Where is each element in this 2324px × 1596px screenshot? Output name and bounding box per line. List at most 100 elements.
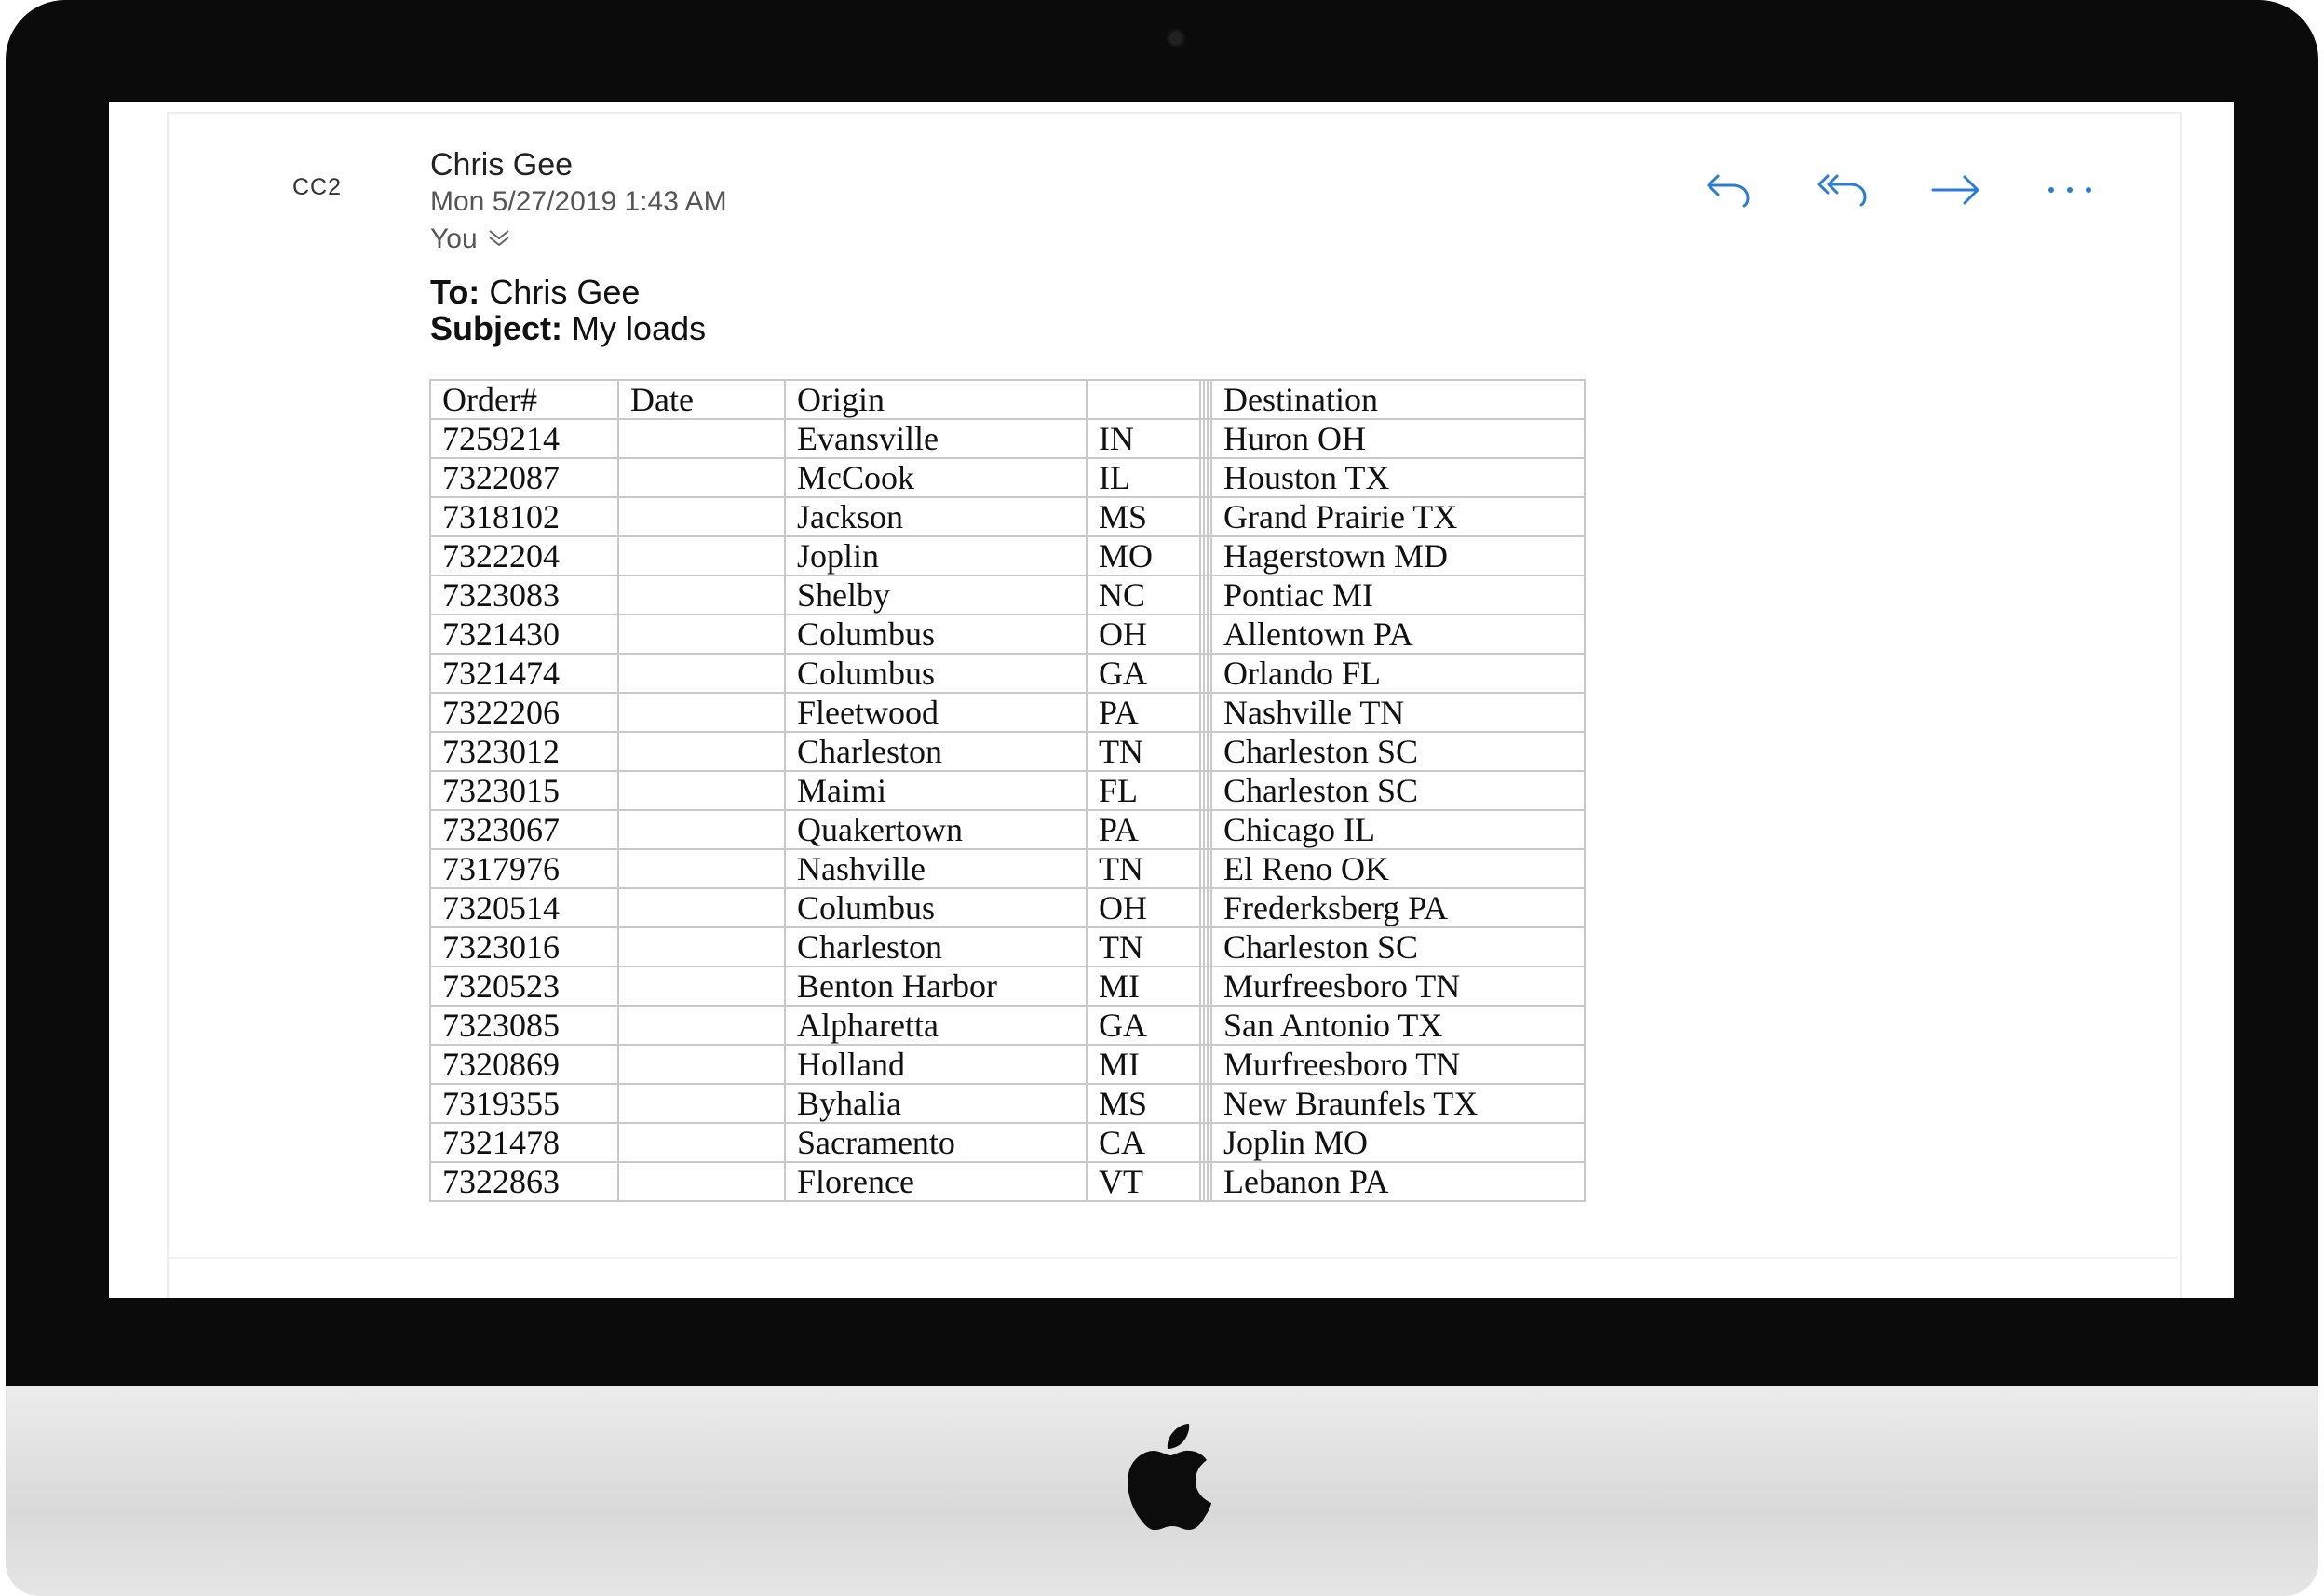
- to-label: To:: [430, 273, 480, 311]
- cell-date: [617, 1005, 786, 1046]
- cell-date: [617, 770, 786, 811]
- cell-destination: Murfreesboro TN: [1210, 1044, 1586, 1085]
- cell-order: 7323012: [429, 731, 619, 772]
- cell-origin: Alpharetta: [784, 1005, 1088, 1046]
- more-actions-button[interactable]: [2036, 164, 2103, 216]
- table-row: 7320514 Columbus OH Frederksberg PA: [429, 887, 1586, 928]
- table-row: 7323015 Maimi FL Charleston SC: [429, 770, 1586, 811]
- cell-date: [617, 1083, 786, 1124]
- cell-order: 7320514: [429, 887, 619, 928]
- sender-name[interactable]: Chris Gee: [430, 147, 573, 183]
- header-origin: Origin: [784, 379, 1088, 420]
- cell-date: [617, 1122, 786, 1163]
- cell-origin: McCook: [784, 457, 1088, 498]
- forward-button[interactable]: [1923, 164, 1990, 216]
- cell-date: [617, 653, 786, 694]
- forward-icon: [1931, 175, 1979, 205]
- to-line: To: Chris Gee: [430, 274, 706, 310]
- reply-button[interactable]: [1696, 164, 1763, 216]
- cell-destination: Huron OH: [1210, 418, 1586, 459]
- sender-avatar[interactable]: CC2: [292, 174, 342, 201]
- cell-order: 7322206: [429, 692, 619, 733]
- cell-order: 7320523: [429, 966, 619, 1007]
- cell-date: [617, 692, 786, 733]
- loads-table: Order# Date Origin Destination 7259214 Ev…: [429, 379, 1586, 1202]
- cell-destination: Orlando FL: [1210, 653, 1586, 694]
- cell-state: IN: [1086, 418, 1201, 459]
- cell-order: 7319355: [429, 1083, 619, 1124]
- table-row: 7323016 Charleston TN Charleston SC: [429, 926, 1586, 967]
- cell-date: [617, 535, 786, 576]
- cell-state: VT: [1086, 1161, 1201, 1202]
- cell-origin: Columbus: [784, 614, 1088, 655]
- cell-state: PA: [1086, 809, 1201, 850]
- cell-date: [617, 614, 786, 655]
- table-row: 7321474 Columbus GA Orlando FL: [429, 653, 1586, 694]
- cell-order: 7323083: [429, 575, 619, 615]
- cell-destination: Houston TX: [1210, 457, 1586, 498]
- cell-destination: San Antonio TX: [1210, 1005, 1586, 1046]
- cell-origin: Charleston: [784, 926, 1088, 967]
- cell-destination: Grand Prairie TX: [1210, 496, 1586, 537]
- message-actions: [1696, 164, 2103, 216]
- cell-origin: Maimi: [784, 770, 1088, 811]
- subject-label: Subject:: [430, 309, 563, 347]
- cell-state: OH: [1086, 887, 1201, 928]
- subject-value: My loads: [572, 309, 707, 347]
- cell-state: FL: [1086, 770, 1201, 811]
- table-row: 7320523 Benton Harbor MI Murfreesboro TN: [429, 966, 1586, 1007]
- table-row: 7322204 Joplin MO Hagerstown MD: [429, 535, 1586, 576]
- cell-state: TN: [1086, 731, 1201, 772]
- cell-origin: Joplin: [784, 535, 1088, 576]
- table-row: 7319355 Byhalia MS New Braunfels TX: [429, 1083, 1586, 1124]
- cell-origin: Nashville: [784, 848, 1088, 889]
- cell-date: [617, 496, 786, 537]
- table-row: 7322863 Florence VT Lebanon PA: [429, 1161, 1586, 1202]
- cell-origin: Fleetwood: [784, 692, 1088, 733]
- cell-origin: Byhalia: [784, 1083, 1088, 1124]
- cell-date: [617, 418, 786, 459]
- table-row: 7322206 Fleetwood PA Nashville TN: [429, 692, 1586, 733]
- reply-all-button[interactable]: [1809, 164, 1876, 216]
- camera-dot: [1169, 32, 1182, 45]
- cell-state: OH: [1086, 614, 1201, 655]
- cell-state: MS: [1086, 1083, 1201, 1124]
- sent-date: Mon 5/27/2019 1:43 AM: [430, 186, 727, 217]
- cell-order: 7322204: [429, 535, 619, 576]
- cell-date: [617, 887, 786, 928]
- cell-state: CA: [1086, 1122, 1201, 1163]
- cell-origin: Columbus: [784, 887, 1088, 928]
- recipient-label: You: [430, 223, 478, 254]
- table-row: 7322087 McCook IL Houston TX: [429, 457, 1586, 498]
- cell-origin: Sacramento: [784, 1122, 1088, 1163]
- cell-order: 7320869: [429, 1044, 619, 1085]
- cell-order: 7259214: [429, 418, 619, 459]
- table-row: 7321478 Sacramento CA Joplin MO: [429, 1122, 1586, 1163]
- divider: [167, 1257, 2178, 1259]
- cell-state: NC: [1086, 575, 1201, 615]
- cell-order: 7317976: [429, 848, 619, 889]
- reply-all-icon: [1817, 174, 1867, 207]
- cell-origin: Charleston: [784, 731, 1088, 772]
- cell-date: [617, 848, 786, 889]
- table-row: 7321430 Columbus OH Allentown PA: [429, 614, 1586, 655]
- more-icon: [2048, 187, 2091, 193]
- cell-destination: New Braunfels TX: [1210, 1083, 1586, 1124]
- table-row: 7323083 Shelby NC Pontiac MI: [429, 575, 1586, 615]
- cell-date: [617, 966, 786, 1007]
- header-destination: Destination: [1210, 379, 1586, 420]
- cell-origin: Holland: [784, 1044, 1088, 1085]
- cell-origin: Florence: [784, 1161, 1088, 1202]
- cell-origin: Shelby: [784, 575, 1088, 615]
- cell-destination: Charleston SC: [1210, 926, 1586, 967]
- recipients-toggle[interactable]: You: [430, 223, 511, 255]
- cell-origin: Evansville: [784, 418, 1088, 459]
- cell-state: MO: [1086, 535, 1201, 576]
- cell-destination: Murfreesboro TN: [1210, 966, 1586, 1007]
- header-date: Date: [617, 379, 786, 420]
- cell-destination: Pontiac MI: [1210, 575, 1586, 615]
- cell-date: [617, 731, 786, 772]
- cell-order: 7318102: [429, 496, 619, 537]
- cell-date: [617, 809, 786, 850]
- cell-destination: El Reno OK: [1210, 848, 1586, 889]
